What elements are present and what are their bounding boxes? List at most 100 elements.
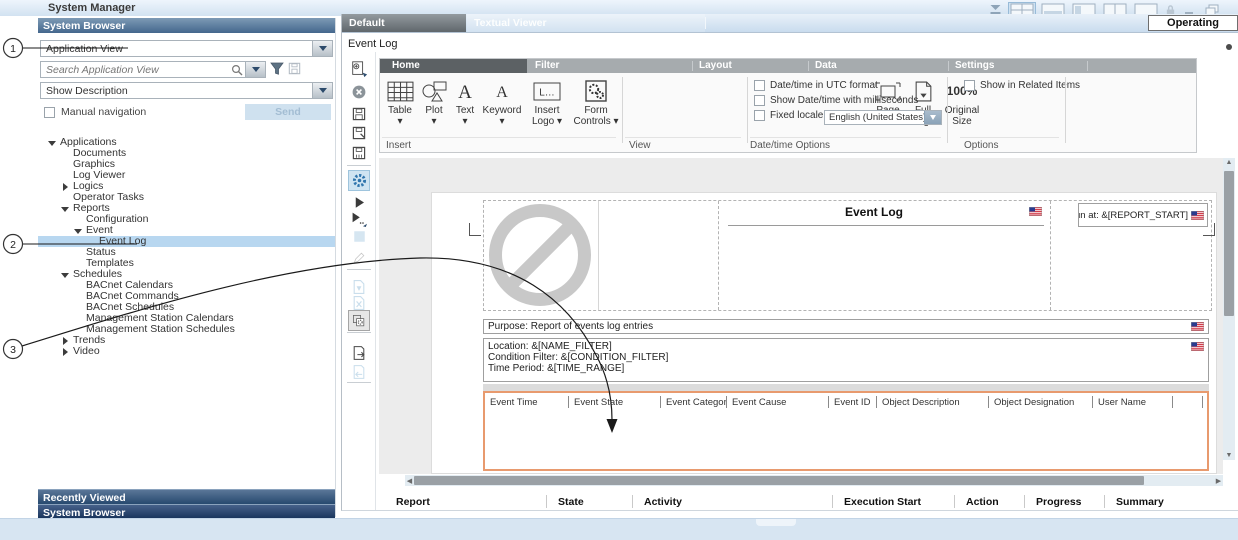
- tree-item-event-log[interactable]: Event Log: [38, 236, 335, 247]
- ribbon-button-label: ▾: [462, 116, 467, 127]
- vertical-scroll-thumb[interactable]: [1224, 171, 1234, 316]
- tree-item-video[interactable]: Video: [38, 346, 335, 357]
- tree-item-reports[interactable]: Reports: [38, 203, 335, 214]
- scroll-left-icon[interactable]: ◀: [405, 477, 414, 485]
- operating-mode-button[interactable]: Operating: [1148, 15, 1238, 31]
- event-column-event-state[interactable]: Event State: [569, 393, 661, 411]
- event-column-object-designation[interactable]: Object Designation: [989, 393, 1093, 411]
- export-button[interactable]: [348, 342, 370, 363]
- event-column-event-cause[interactable]: Event Cause: [727, 393, 829, 411]
- event-column-event-id[interactable]: Event ID: [829, 393, 877, 411]
- ribbon-button-insert-logo[interactable]: L…InsertLogo ▾: [524, 77, 570, 127]
- ribbon-button-keyword[interactable]: AKeyword▾: [480, 77, 524, 127]
- execution-column-activity[interactable]: Activity: [644, 494, 844, 510]
- ribbon-tab-home[interactable]: Home: [392, 60, 420, 71]
- tree-item-management-station-schedules[interactable]: Management Station Schedules: [38, 324, 335, 335]
- locale-flag-icon: [1191, 211, 1204, 220]
- event-column-event-time[interactable]: Event Time: [485, 393, 569, 411]
- tree-expander-icon[interactable]: [61, 182, 70, 191]
- description-selector-dropdown[interactable]: Show Description: [40, 82, 333, 99]
- chevron-down-icon[interactable]: [245, 62, 265, 77]
- logo-placeholder[interactable]: [484, 201, 599, 310]
- system-manager-window: System Manager System Browser Applicatio…: [0, 0, 1238, 540]
- ribbon-button-form-controls[interactable]: FormControls ▾: [570, 77, 622, 127]
- scroll-right-icon[interactable]: ▶: [1214, 477, 1223, 485]
- copy-button[interactable]: [348, 310, 370, 331]
- send-button[interactable]: Send: [245, 104, 331, 120]
- tree-expander-icon[interactable]: [61, 204, 70, 213]
- filter-summary-field[interactable]: Location: &[NAME_FILTER] Condition Filte…: [483, 338, 1209, 382]
- search-input[interactable]: [41, 63, 231, 77]
- locale-flag-icon: [1191, 322, 1204, 331]
- purpose-field[interactable]: Purpose: Report of events log entries: [483, 319, 1209, 334]
- event-column-event-category[interactable]: Event Category: [661, 393, 727, 411]
- save-as-button[interactable]: [348, 122, 370, 143]
- cancel-button[interactable]: [348, 81, 370, 102]
- recently-viewed-accordion[interactable]: Recently Viewed: [38, 489, 335, 504]
- search-field[interactable]: [40, 61, 266, 78]
- chevron-down-icon[interactable]: [312, 83, 332, 98]
- tree-item-event[interactable]: Event: [38, 225, 335, 236]
- search-icon[interactable]: [231, 64, 243, 76]
- filter-funnel-icon[interactable]: [270, 62, 284, 75]
- svg-text:2: 2: [10, 239, 16, 251]
- tree-expander-icon[interactable]: [61, 336, 70, 345]
- execution-column-action[interactable]: Action: [966, 494, 1036, 510]
- run-at-field[interactable]: Run at: &[REPORT_START]: [1078, 203, 1208, 227]
- manual-navigation-checkbox[interactable]: [44, 107, 55, 118]
- event-table[interactable]: Event TimeEvent StateEvent CategoryEvent…: [483, 391, 1209, 471]
- save-button[interactable]: [348, 103, 370, 124]
- checkbox-unchecked[interactable]: [964, 80, 975, 91]
- chevron-down-icon[interactable]: [312, 41, 332, 56]
- group-divider: [947, 77, 948, 143]
- execution-column-execution-start[interactable]: Execution Start: [844, 494, 966, 510]
- tree-item-templates[interactable]: Templates: [38, 258, 335, 269]
- annotation-circle-3: 3: [4, 340, 23, 359]
- execution-column-summary[interactable]: Summary: [1116, 494, 1238, 510]
- ribbon-tab-settings[interactable]: Settings: [955, 60, 994, 71]
- system-browser-accordion[interactable]: System Browser: [38, 504, 335, 519]
- checkbox-label: Show Date/time with milliseconds: [770, 95, 918, 106]
- checkbox-unchecked[interactable]: [754, 95, 765, 106]
- event-column-object-description[interactable]: Object Description: [877, 393, 989, 411]
- save-all-button[interactable]: [348, 142, 370, 163]
- tree-expander-icon[interactable]: [48, 138, 57, 147]
- tab-default[interactable]: Default: [342, 14, 466, 32]
- tree-item-status[interactable]: Status: [38, 247, 335, 258]
- event-column-user-name[interactable]: User Name: [1093, 393, 1173, 411]
- vertical-scrollbar[interactable]: ▲ ▼: [1223, 158, 1235, 460]
- new-report-button[interactable]: [348, 58, 370, 79]
- tree-item-bacnet-calendars[interactable]: BACnet Calendars: [38, 280, 335, 291]
- status-bar-handle[interactable]: [756, 519, 796, 526]
- save-search-icon[interactable]: [288, 62, 301, 75]
- ribbon-button-text[interactable]: AText▾: [450, 77, 480, 127]
- tree-item-configuration[interactable]: Configuration: [38, 214, 335, 225]
- ribbon-tab-layout[interactable]: Layout: [699, 60, 732, 71]
- ribbon-tab-data[interactable]: Data: [815, 60, 837, 71]
- ribbon-tab-filter[interactable]: Filter: [535, 60, 559, 71]
- horizontal-scroll-thumb[interactable]: [414, 476, 1144, 485]
- checkbox-unchecked[interactable]: [754, 110, 765, 121]
- tree-expander-icon[interactable]: [61, 347, 70, 356]
- scroll-up-icon[interactable]: ▲: [1223, 159, 1235, 166]
- horizontal-scrollbar[interactable]: ◀ ▶: [405, 475, 1223, 486]
- tab-textual-viewer[interactable]: Textual Viewer: [467, 14, 705, 32]
- checkbox-unchecked[interactable]: [754, 80, 765, 91]
- tree-expander-icon[interactable]: [61, 270, 70, 279]
- report-header-band[interactable]: Event Log Run at: &[REPORT_START]: [483, 200, 1212, 311]
- pin-icon[interactable]: [1226, 44, 1232, 50]
- settings-gear-button[interactable]: [348, 170, 370, 191]
- tree-item-schedules[interactable]: Schedules: [38, 269, 335, 280]
- tree-expander-icon[interactable]: [74, 226, 83, 235]
- view-selector-dropdown[interactable]: Application View: [40, 40, 333, 57]
- system-browser-header[interactable]: System Browser: [38, 18, 335, 33]
- ribbon-button-table[interactable]: Table▾: [382, 77, 418, 127]
- ribbon-button-plot[interactable]: Plot▾: [418, 77, 450, 127]
- locale-dropdown[interactable]: English (United States): [824, 110, 942, 125]
- report-design-canvas[interactable]: Event Log Run at: &[REPORT_START] Purpos…: [379, 158, 1223, 474]
- report-title[interactable]: Event Log: [724, 205, 1024, 219]
- execution-column-report[interactable]: Report: [396, 494, 558, 510]
- chevron-down-icon[interactable]: [924, 111, 941, 124]
- scroll-down-icon[interactable]: ▼: [1223, 452, 1235, 459]
- tree-item-bacnet-commands[interactable]: BACnet Commands: [38, 291, 335, 302]
